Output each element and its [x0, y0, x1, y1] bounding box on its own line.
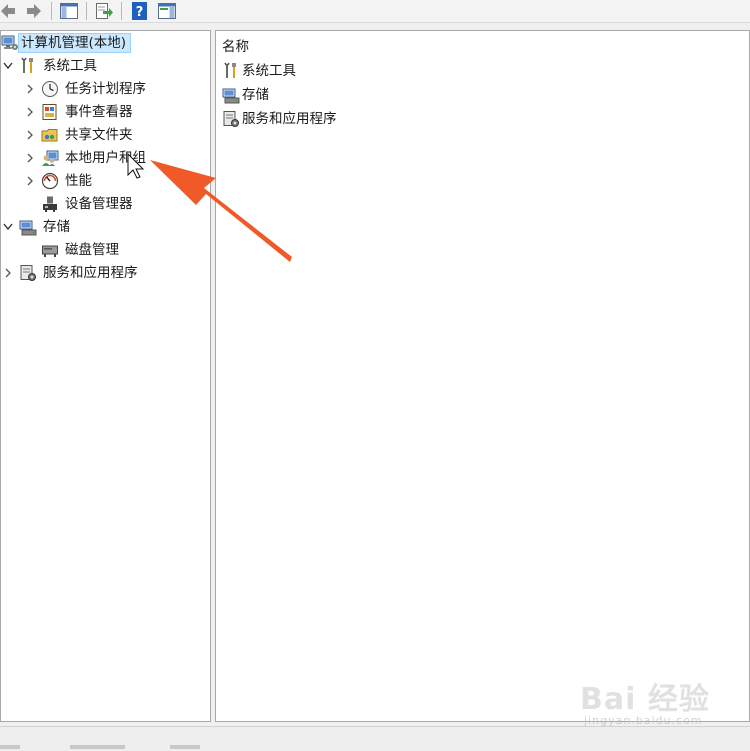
storage-icon — [19, 220, 37, 236]
tree-item-label: 任务计划程序 — [65, 81, 146, 97]
tree-item-local-users-and-groups[interactable]: 本地用户和组 — [1, 147, 210, 169]
status-segment — [170, 745, 200, 749]
watermark-brand: Bai 经验 — [580, 682, 710, 717]
tree-item-device-manager[interactable]: 设备管理器 — [1, 193, 210, 215]
toolbar-separator — [121, 2, 122, 20]
tree-item-disk-management[interactable]: 磁盘管理 — [1, 239, 210, 261]
shared-folder-icon — [41, 129, 58, 142]
tree-item-storage[interactable]: 存储 — [1, 216, 210, 238]
tree-item-computer-management[interactable]: 计算机管理(本地) — [1, 32, 210, 54]
chevron-right-icon[interactable] — [25, 106, 35, 118]
list-item-label: 服务和应用程序 — [242, 111, 337, 127]
watermark: Bai 经验 jingyan.baidu.com — [580, 672, 740, 732]
chevron-down-icon[interactable] — [3, 60, 13, 72]
console-tree-pane[interactable]: 计算机管理(本地) 系统工具 任务计划程序 事件查看器 共享文件夹 本地用户和组… — [0, 30, 211, 722]
tree-item-services-and-applications[interactable]: 服务和应用程序 — [1, 262, 210, 284]
export-list-icon[interactable] — [94, 1, 114, 21]
list-item-label: 系统工具 — [242, 63, 296, 79]
tools-icon — [224, 62, 236, 78]
chevron-right-icon[interactable] — [3, 267, 13, 279]
clock-icon — [42, 81, 58, 97]
show-hide-action-pane-icon[interactable] — [157, 1, 177, 21]
toolbar-separator — [51, 2, 52, 20]
watermark-url: jingyan.baidu.com — [584, 714, 703, 727]
column-header-name[interactable]: 名称 — [222, 35, 249, 55]
show-hide-console-tree-icon[interactable] — [59, 1, 79, 21]
disk-icon — [42, 245, 58, 257]
forward-icon[interactable] — [22, 1, 42, 21]
status-segment — [70, 745, 125, 749]
services-icon — [223, 111, 239, 127]
tree-item-label: 磁盘管理 — [65, 242, 119, 258]
event-viewer-icon — [42, 104, 57, 120]
tree-item-task-scheduler[interactable]: 任务计划程序 — [1, 78, 210, 100]
list-item-label: 存储 — [242, 87, 269, 103]
tree-item-label: 服务和应用程序 — [43, 265, 138, 281]
tree-item-system-tools[interactable]: 系统工具 — [1, 55, 210, 77]
tree-item-label: 存储 — [43, 219, 70, 235]
computer-management-icon — [1, 35, 18, 50]
users-icon — [42, 150, 59, 166]
performance-icon — [41, 172, 59, 190]
chevron-right-icon[interactable] — [25, 129, 35, 141]
help-icon[interactable]: ? — [130, 1, 150, 21]
status-segment — [0, 745, 20, 749]
tools-icon — [21, 57, 33, 73]
tree-item-shared-folders[interactable]: 共享文件夹 — [1, 124, 210, 146]
device-manager-icon — [43, 196, 57, 212]
chevron-right-icon[interactable] — [25, 83, 35, 95]
tree-item-label: 共享文件夹 — [65, 127, 133, 143]
toolbar: ? — [0, 0, 750, 23]
tree-item-label: 计算机管理(本地) — [21, 35, 127, 51]
svg-text:?: ? — [136, 5, 144, 20]
back-icon[interactable] — [0, 1, 20, 21]
storage-icon — [222, 88, 240, 104]
toolbar-separator — [86, 2, 87, 20]
services-icon — [20, 265, 36, 281]
tree-item-label: 系统工具 — [43, 58, 97, 74]
chevron-down-icon[interactable] — [3, 221, 13, 233]
tree-item-event-viewer[interactable]: 事件查看器 — [1, 101, 210, 123]
tree-item-label: 性能 — [65, 173, 92, 189]
tree-item-label: 事件查看器 — [65, 104, 133, 120]
results-pane[interactable]: 名称 系统工具 存储 服务和应用程序 — [215, 30, 750, 722]
tree-item-performance[interactable]: 性能 — [1, 170, 210, 192]
chevron-right-icon[interactable] — [25, 175, 35, 187]
tree-item-label: 本地用户和组 — [65, 150, 146, 166]
chevron-right-icon[interactable] — [25, 152, 35, 164]
tree-item-label: 设备管理器 — [65, 196, 133, 212]
